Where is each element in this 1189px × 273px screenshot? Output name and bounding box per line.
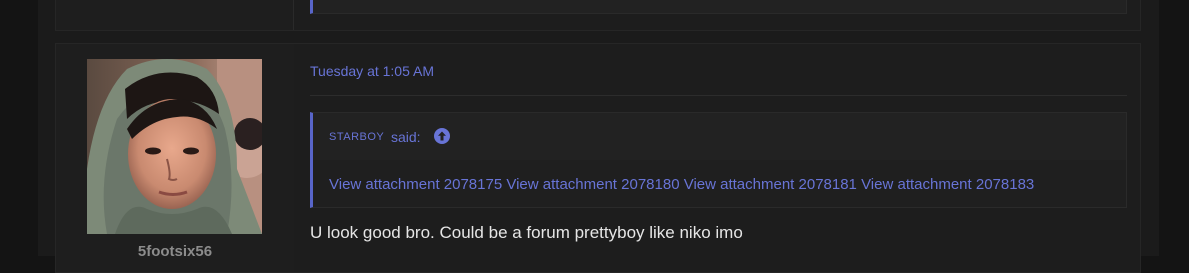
attachment-list: View attachment 2078175 View attachment … [329, 176, 1034, 193]
arrow-up-circle-icon[interactable] [434, 128, 450, 144]
post-user-column: 5footsix56 [56, 44, 294, 272]
post-content: Tuesday at 1:05 AM STARBOY said: View at… [294, 44, 1140, 272]
post-username[interactable]: 5footsix56 [56, 243, 294, 260]
quote-header: STARBOY said: [313, 113, 1126, 160]
attachment-link[interactable]: View attachment 2078180 [506, 176, 679, 193]
post-header-divider [310, 95, 1127, 96]
previous-post-quote [310, 0, 1127, 14]
post-body-text: U look good bro. Could be a forum pretty… [310, 223, 743, 242]
previous-post-content [294, 0, 1140, 30]
page-background: 5footsix56 Tuesday at 1:05 AM STARBOY sa… [0, 0, 1189, 273]
attachment-link[interactable]: View attachment 2078181 [684, 176, 857, 193]
avatar[interactable] [87, 59, 262, 234]
previous-post-user-column [56, 0, 294, 30]
quote-said-label: said: [391, 129, 421, 145]
quote-block: STARBOY said: View attachment 2078175 Vi… [310, 112, 1127, 208]
attachment-link[interactable]: View attachment 2078183 [861, 176, 1034, 193]
avatar-photo [87, 59, 262, 234]
previous-post [55, 0, 1141, 31]
quote-body: View attachment 2078175 View attachment … [313, 160, 1126, 207]
forum-post: 5footsix56 Tuesday at 1:05 AM STARBOY sa… [55, 43, 1141, 273]
quote-author[interactable]: STARBOY [329, 131, 384, 143]
post-date-link[interactable]: Tuesday at 1:05 AM [310, 63, 434, 79]
attachment-link[interactable]: View attachment 2078175 [329, 176, 502, 193]
